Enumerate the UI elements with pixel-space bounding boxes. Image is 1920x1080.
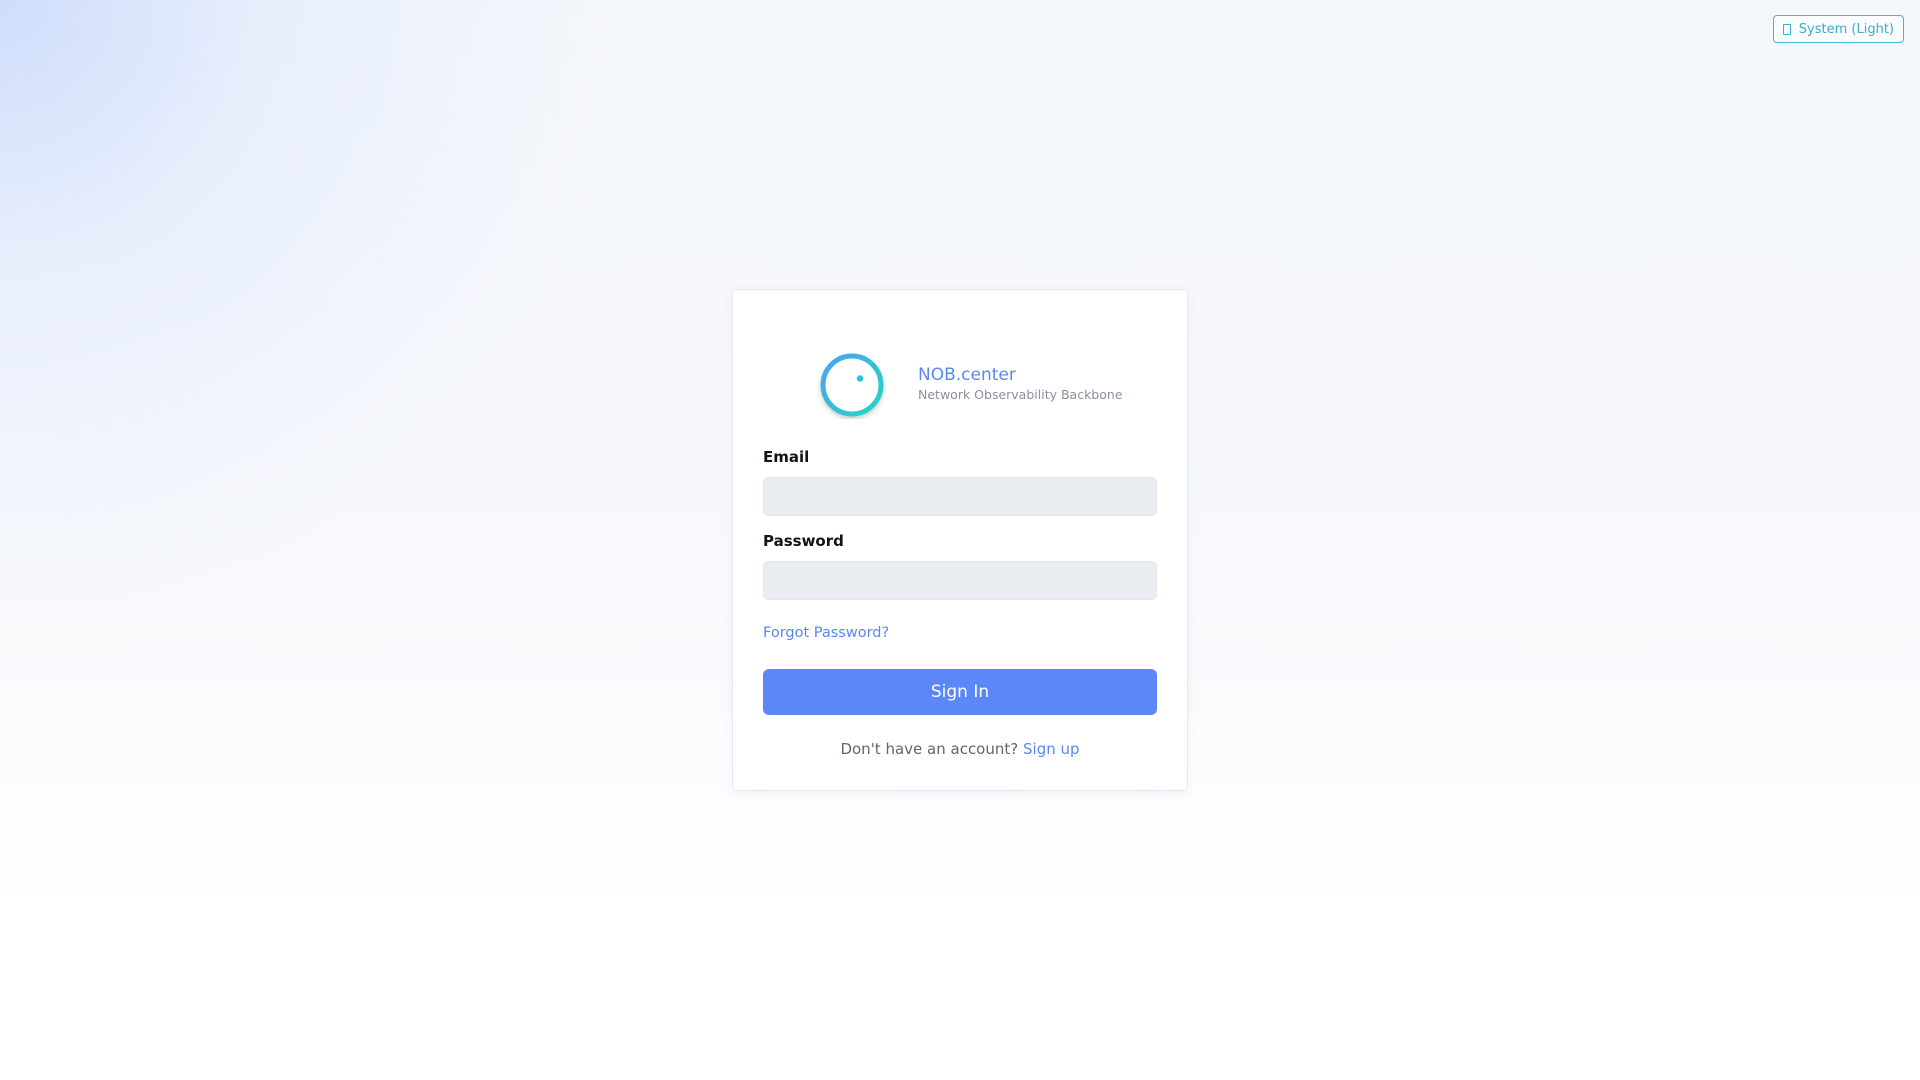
login-card: NOB.center Network Observability Backbon… bbox=[732, 289, 1188, 791]
forgot-password-link[interactable]: Forgot Password? bbox=[763, 625, 889, 641]
brand-name: NOB.center bbox=[918, 365, 1016, 385]
theme-toggle-label: System (Light) bbox=[1798, 21, 1894, 37]
sign-up-link[interactable]: Sign up bbox=[1023, 740, 1080, 758]
device-icon bbox=[1782, 23, 1791, 35]
brand-tagline: Network Observability Backbone bbox=[918, 387, 1123, 402]
sign-in-button[interactable]: Sign In bbox=[763, 669, 1157, 715]
email-label: Email bbox=[763, 448, 810, 466]
theme-toggle-button[interactable]: System (Light) bbox=[1772, 15, 1904, 43]
password-field[interactable] bbox=[763, 561, 1157, 600]
email-field[interactable] bbox=[763, 477, 1157, 516]
signup-prompt: Don't have an account? bbox=[840, 740, 1019, 758]
logo-icon bbox=[820, 353, 884, 417]
password-label: Password bbox=[763, 532, 844, 550]
signup-row: Don't have an account? Sign up bbox=[733, 740, 1187, 758]
brand-header: NOB.center Network Observability Backbon… bbox=[818, 351, 1123, 421]
